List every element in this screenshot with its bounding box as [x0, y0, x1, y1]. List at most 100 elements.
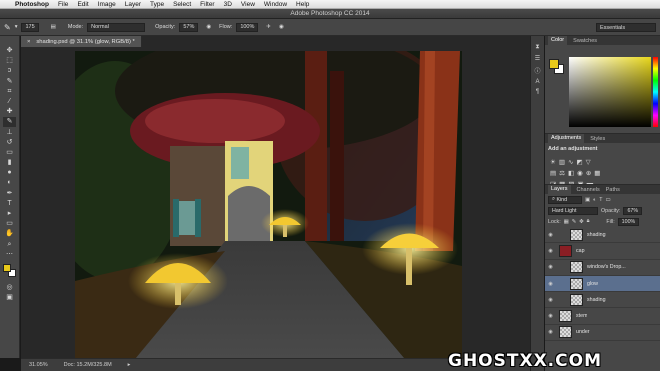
hue-slider[interactable] [653, 57, 658, 127]
brush-size-field[interactable]: 175 [21, 22, 39, 32]
menu-edit[interactable]: Edit [77, 1, 88, 8]
lock-paint-icon[interactable]: ✎ [572, 219, 576, 225]
mode-select[interactable]: Normal [87, 22, 146, 32]
doc-size[interactable]: Doc: 15.2M/325.8M [64, 362, 112, 368]
crop-tool-icon[interactable]: ⌗ [3, 87, 16, 96]
color-foreground-swatch[interactable] [549, 59, 559, 69]
foreground-swatch[interactable] [2, 263, 11, 272]
info-icon[interactable]: ⓘ [534, 66, 540, 75]
layer-row[interactable]: ◉ shading [545, 227, 660, 244]
visibility-eye-icon[interactable]: ◉ [545, 232, 556, 238]
hand-tool-icon[interactable]: ✋ [3, 229, 16, 238]
lock-pixels-icon[interactable]: ▦ [564, 219, 569, 225]
eraser-tool-icon[interactable]: ▭ [3, 148, 16, 157]
layer-row[interactable]: ◉ stem [545, 308, 660, 325]
photo-filter-icon[interactable]: ◉ [577, 169, 583, 177]
menu-file[interactable]: File [58, 1, 68, 8]
visibility-eye-icon[interactable]: ◉ [545, 313, 556, 319]
black-white-icon[interactable]: ◧ [568, 169, 574, 177]
menu-help[interactable]: Help [296, 1, 309, 8]
workspace-select[interactable]: Essentials [596, 23, 656, 32]
menu-3d[interactable]: 3D [224, 1, 232, 8]
exposure-icon[interactable]: ◩ [576, 158, 582, 166]
channel-mixer-icon[interactable]: ⊕ [586, 169, 591, 177]
lock-all-icon[interactable]: 🔒︎ [587, 218, 590, 225]
layer-opacity-field[interactable]: 67% [623, 206, 643, 215]
menu-type[interactable]: Type [150, 1, 164, 8]
color-swatches[interactable] [2, 263, 17, 278]
color-picker-field[interactable] [569, 57, 651, 127]
chevron-down-icon[interactable]: ▾ [15, 24, 18, 30]
eyedropper-tool-icon[interactable]: ⁄ [3, 97, 16, 106]
move-tool-icon[interactable]: ✥ [3, 46, 16, 55]
filter-adjust-icon[interactable]: ◐ [593, 197, 596, 203]
blend-mode-select[interactable]: Hard Light [548, 206, 598, 215]
document-tab[interactable]: × shading.psd @ 31.1% (glow, RGB/8) * [21, 36, 142, 47]
menu-layer[interactable]: Layer [125, 1, 141, 8]
layer-row[interactable]: ◉ under [545, 325, 660, 342]
path-select-tool-icon[interactable]: ▸ [3, 209, 16, 218]
layer-row[interactable]: ◉ shading [545, 292, 660, 309]
visibility-eye-icon[interactable]: ◉ [545, 329, 556, 335]
gradient-tool-icon[interactable]: ▮ [3, 158, 16, 167]
lock-move-icon[interactable]: ✥ [579, 219, 583, 225]
paragraph-icon[interactable]: ¶ [536, 89, 539, 95]
tab-paths[interactable]: Paths [606, 187, 620, 193]
clone-stamp-tool-icon[interactable]: ⊥ [3, 128, 16, 137]
history-brush-tool-icon[interactable]: ↺ [3, 138, 16, 147]
tab-channels[interactable]: Channels [577, 187, 600, 193]
quick-select-tool-icon[interactable]: ✎ [3, 77, 16, 86]
character-icon[interactable]: A [535, 79, 539, 85]
lasso-tool-icon[interactable]: ↄ [3, 66, 16, 75]
marquee-tool-icon[interactable]: ⬚ [3, 56, 16, 65]
brush-tool-icon[interactable]: ✎ [3, 117, 16, 127]
dodge-tool-icon[interactable]: ◐ [3, 178, 16, 187]
more-tools-icon[interactable]: ⋯ [3, 250, 16, 259]
vibrance-icon[interactable]: ▽ [586, 158, 591, 166]
type-tool-icon[interactable]: T [3, 199, 16, 208]
layer-row[interactable]: ◉ cap [545, 243, 660, 260]
filter-type-icon[interactable]: T [599, 197, 602, 203]
menu-select[interactable]: Select [173, 1, 191, 8]
shape-tool-icon[interactable]: ▭ [3, 219, 16, 228]
fill-field[interactable]: 100% [617, 217, 640, 226]
airbrush-icon[interactable]: ✈ [266, 24, 271, 30]
history-icon[interactable]: ⧗ [535, 44, 539, 51]
curves-icon[interactable]: ∿ [568, 158, 573, 166]
image-canvas[interactable] [75, 51, 462, 359]
properties-icon[interactable]: ☰ [535, 55, 540, 62]
zoom-tool-icon[interactable]: ⌕ [3, 240, 16, 249]
chevron-right-icon[interactable]: ▸ [128, 362, 131, 368]
tab-adjustments[interactable]: Adjustments [548, 134, 585, 143]
levels-icon[interactable]: ▥ [559, 158, 565, 166]
color-lookup-icon[interactable]: ▦ [594, 169, 600, 177]
layer-row[interactable]: ◉ glow [545, 275, 660, 293]
layer-row[interactable]: ◉ window's Drop... [545, 260, 660, 276]
color-balance-icon[interactable]: ⚖ [559, 169, 565, 177]
menu-window[interactable]: Window [264, 1, 287, 8]
tab-color[interactable]: Color [548, 36, 568, 45]
menu-filter[interactable]: Filter [200, 1, 214, 8]
pressure-opacity-icon[interactable]: ◉ [206, 24, 211, 30]
menu-image[interactable]: Image [98, 1, 116, 8]
pressure-size-icon[interactable]: ◉ [279, 24, 284, 30]
brightness-icon[interactable]: ☀ [550, 158, 556, 166]
filter-shape-icon[interactable]: ▭ [605, 197, 610, 203]
blur-tool-icon[interactable]: ● [3, 168, 16, 177]
layer-kind-select[interactable]: ⌕ Kind [548, 195, 582, 204]
close-icon[interactable]: × [27, 39, 30, 45]
screen-mode-icon[interactable]: ▣ [3, 293, 16, 302]
brush-tool-icon[interactable]: ✎ [4, 23, 11, 32]
filter-pixel-icon[interactable]: ▣ [585, 197, 590, 203]
tab-layers[interactable]: Layers [548, 185, 571, 194]
menu-view[interactable]: View [241, 1, 255, 8]
visibility-eye-icon[interactable]: ◉ [545, 248, 556, 254]
visibility-eye-icon[interactable]: ◉ [545, 264, 556, 270]
tab-styles[interactable]: Styles [590, 136, 605, 142]
brush-panel-icon[interactable]: ▤ [51, 24, 56, 30]
tab-swatches[interactable]: Swatches [573, 38, 597, 44]
visibility-eye-icon[interactable]: ◉ [545, 281, 556, 287]
opacity-field[interactable]: 57% [179, 22, 199, 32]
visibility-eye-icon[interactable]: ◉ [545, 297, 556, 303]
hue-saturation-icon[interactable]: ▤ [550, 169, 556, 177]
